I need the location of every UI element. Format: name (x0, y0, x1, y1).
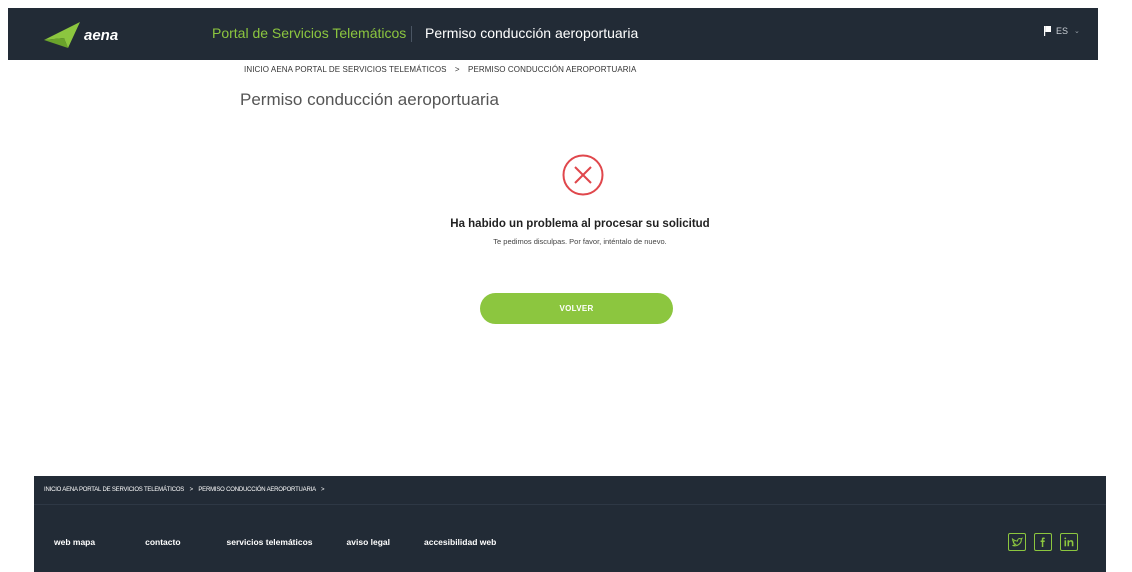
linkedin-icon[interactable] (1060, 533, 1078, 551)
footer-breadcrumb-current: PERMISO CONDUCCIÓN AEROPORTUARIA (198, 487, 316, 493)
footer-breadcrumb-separator-end: > (321, 487, 325, 493)
error-title: Ha habido un problema al procesar su sol… (450, 218, 710, 230)
language-selector[interactable]: ES ⌄ (1044, 26, 1080, 36)
back-button[interactable]: VOLVER (480, 293, 673, 324)
breadcrumb-separator: > (454, 65, 460, 74)
footer-link-web-mapa[interactable]: web mapa (54, 537, 95, 547)
portal-title-link[interactable]: Portal de Servicios Telemáticos (212, 25, 406, 41)
twitter-icon[interactable] (1008, 533, 1026, 551)
top-header: aena Portal de Servicios Telemáticos Per… (8, 8, 1098, 60)
breadcrumb-home-link[interactable]: INICIO AENA PORTAL DE SERVICIOS TELEMÁTI… (244, 65, 447, 74)
chevron-down-icon: ⌄ (1074, 28, 1080, 35)
header-subtitle: Permiso conducción aeroportuaria (425, 25, 639, 41)
header-divider (411, 26, 412, 42)
footer-breadcrumb-home-link[interactable]: INICIO AENA PORTAL DE SERVICIOS TELEMÁTI… (44, 487, 184, 493)
flag-icon (1044, 26, 1051, 36)
footer-links: web mapa contacto servicios telemáticos … (54, 537, 496, 547)
footer-divider (34, 504, 1106, 505)
facebook-icon[interactable] (1034, 533, 1052, 551)
footer: INICIO AENA PORTAL DE SERVICIOS TELEMÁTI… (34, 476, 1106, 572)
language-code: ES (1056, 26, 1069, 36)
error-message: Te pedimos disculpas. Por favor, inténta… (493, 237, 667, 246)
footer-link-servicios-telematicos[interactable]: servicios telemáticos (227, 537, 313, 547)
breadcrumb-current: PERMISO CONDUCCIÓN AEROPORTUARIA (468, 65, 637, 74)
footer-link-contacto[interactable]: contacto (145, 537, 180, 547)
footer-breadcrumb-separator: > (189, 487, 194, 493)
aena-logo-icon (44, 22, 80, 48)
footer-breadcrumb: INICIO AENA PORTAL DE SERVICIOS TELEMÁTI… (44, 487, 328, 493)
footer-link-aviso-legal[interactable]: aviso legal (347, 537, 390, 547)
footer-link-accesibilidad-web[interactable]: accesibilidad web (424, 537, 496, 547)
error-circle-x-icon (562, 154, 604, 196)
breadcrumb: INICIO AENA PORTAL DE SERVICIOS TELEMÁTI… (244, 65, 636, 74)
logo-text: aena (84, 26, 119, 44)
aena-logo[interactable]: aena (42, 18, 152, 52)
page-title: Permiso conducción aeroportuaria (240, 90, 499, 109)
social-links (1008, 533, 1078, 551)
